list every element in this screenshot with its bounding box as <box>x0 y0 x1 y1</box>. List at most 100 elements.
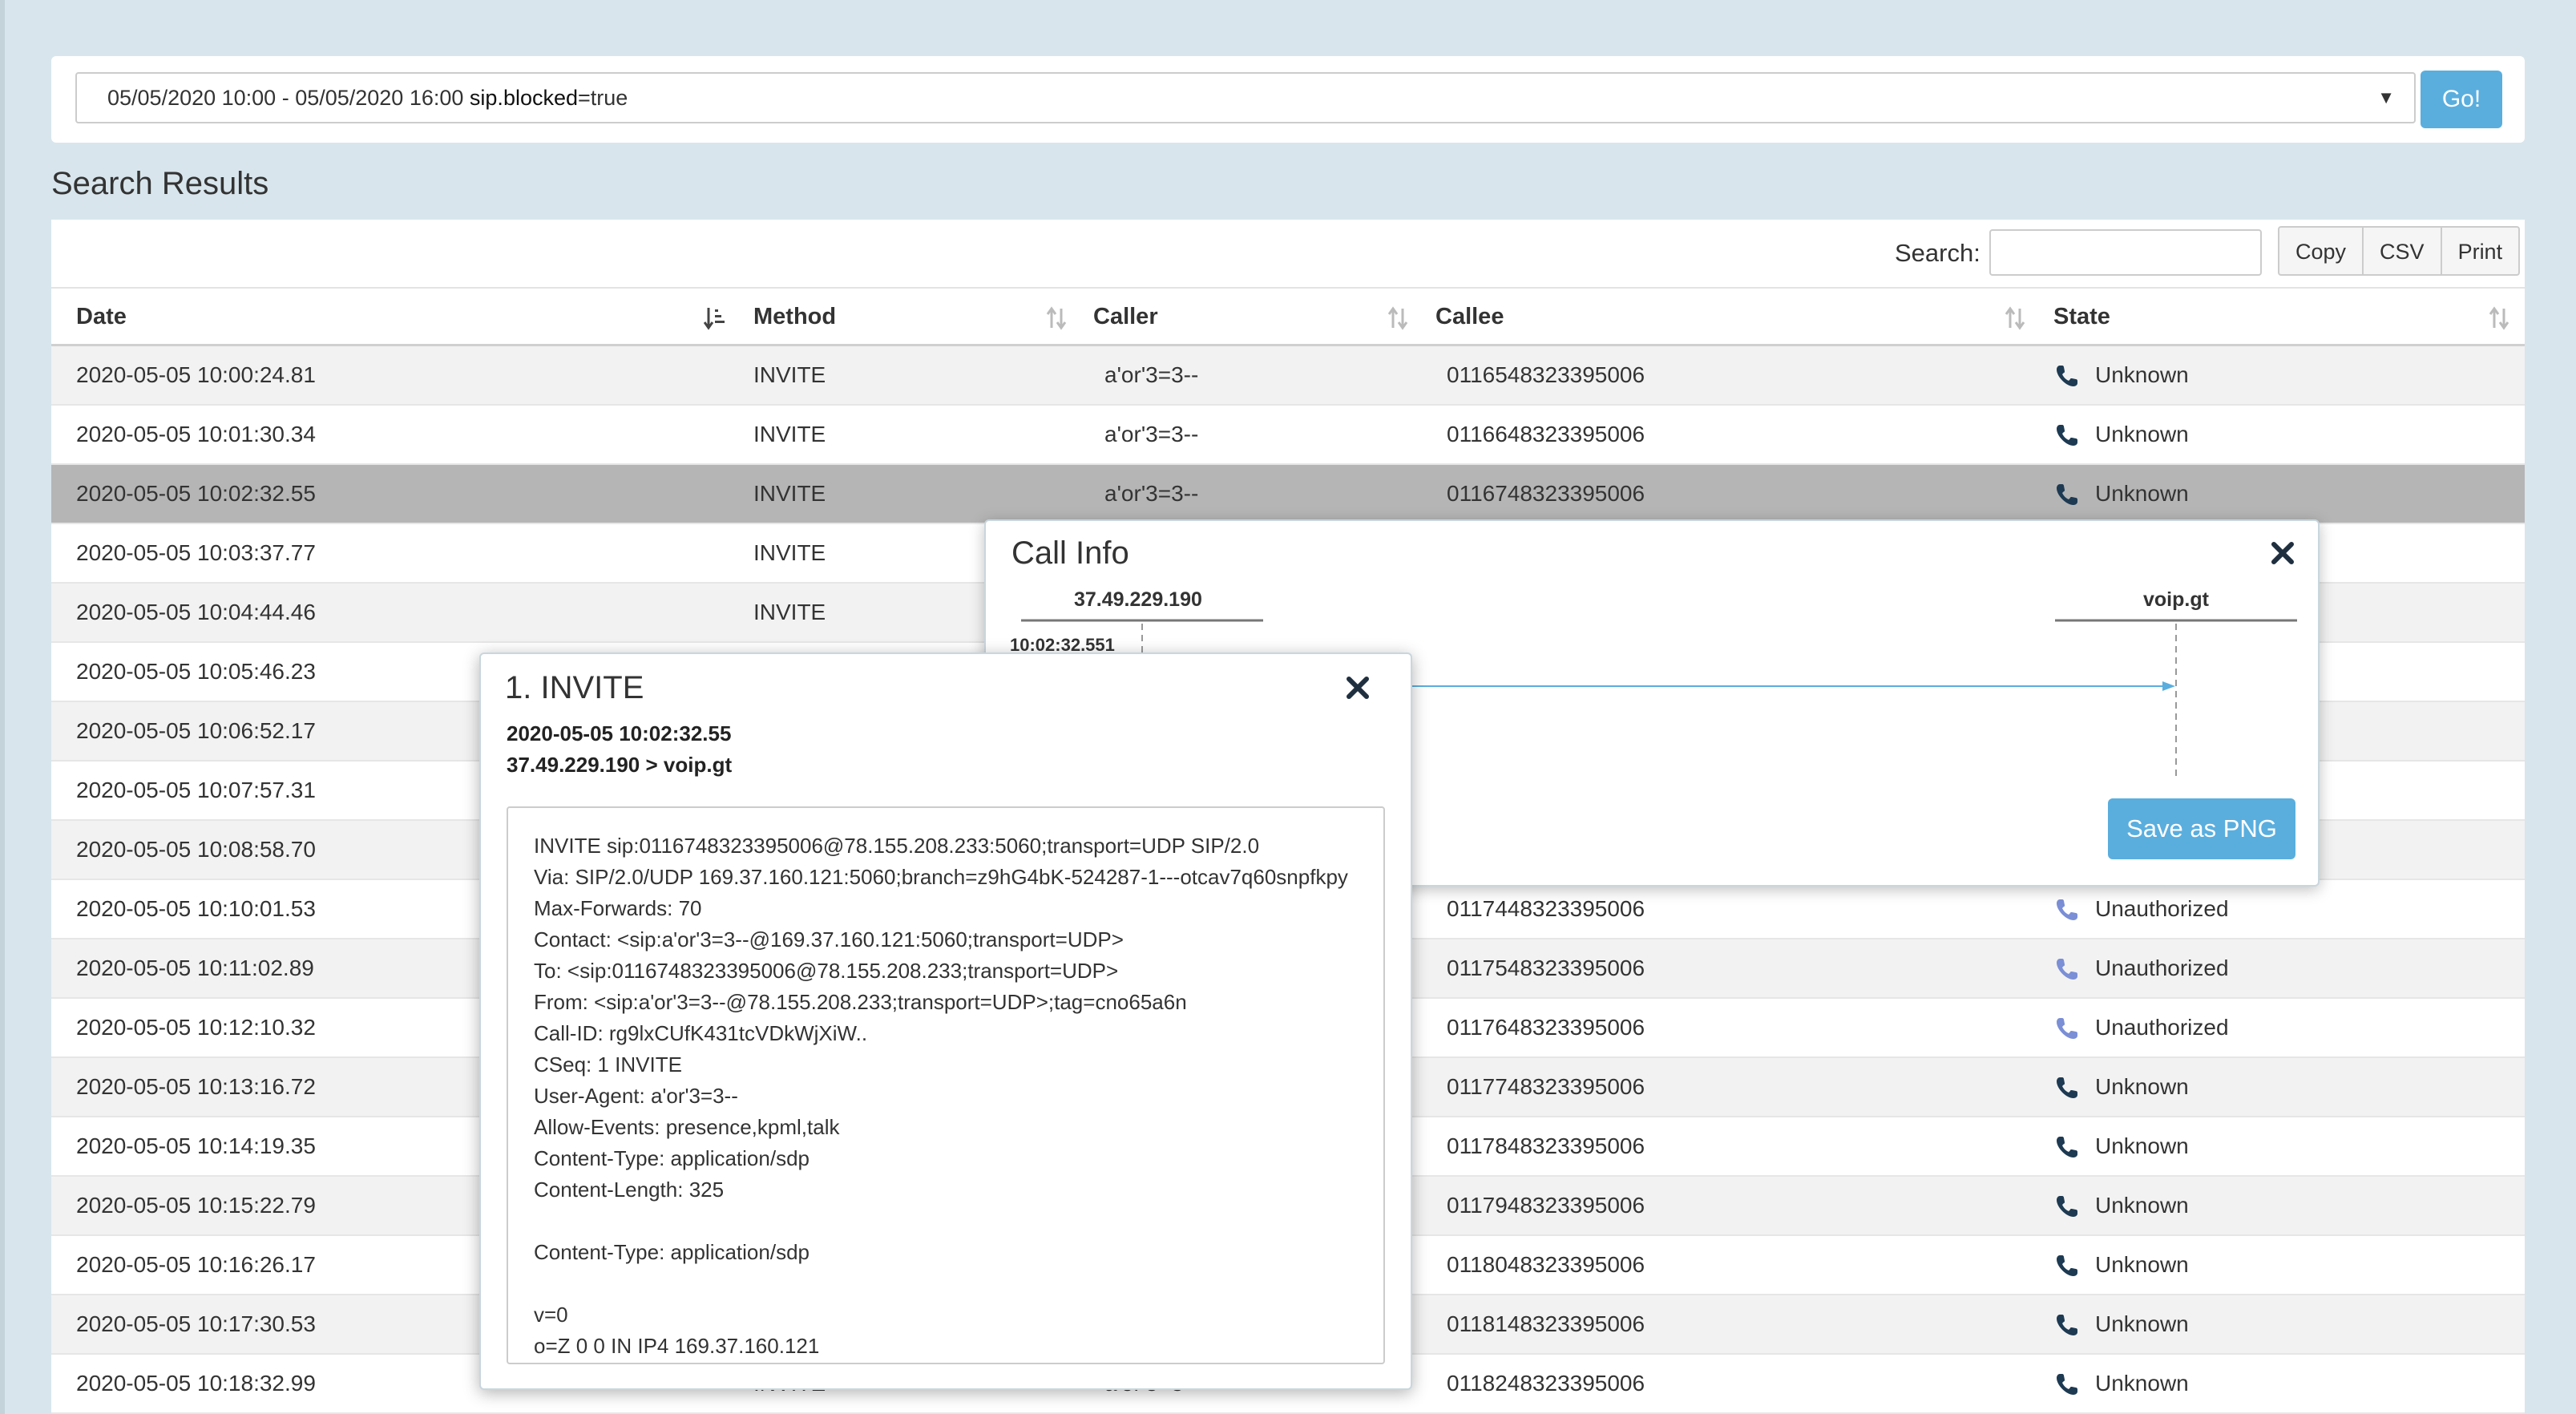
sip-message: INVITE sip:0116748323395006@78.155.208.2… <box>507 806 1385 1364</box>
cell-callee: 0118148323395006 <box>1447 1311 1645 1336</box>
print-button[interactable]: Print <box>2440 226 2521 276</box>
node-b-label: voip.gt <box>2143 588 2209 611</box>
sip-message-line: CSeq: 1 INVITE <box>534 1052 682 1077</box>
cell-callee: 0116648323395006 <box>1447 422 1645 446</box>
cell-date: 2020-05-05 10:05:46.23 <box>76 659 316 684</box>
cell-date: 2020-05-05 10:07:57.31 <box>76 778 316 802</box>
left-edge <box>0 0 5 1414</box>
cell-callee: 0118048323395006 <box>1447 1252 1645 1277</box>
cell-callee: 0117748323395006 <box>1447 1074 1645 1099</box>
cell-date: 2020-05-05 10:00:24.81 <box>76 362 316 387</box>
cell-date: 2020-05-05 10:16:26.17 <box>76 1252 316 1277</box>
sip-message-line <box>534 1268 1383 1299</box>
cell-state: Unknown <box>2095 422 2189 446</box>
cell-state: Unknown <box>2095 1252 2189 1277</box>
sip-message-line: Content-Type: application/sdp <box>534 1240 810 1264</box>
results-heading: Search Results <box>51 166 269 201</box>
close-icon[interactable] <box>1343 673 1372 702</box>
cell-date: 2020-05-05 10:10:01.53 <box>76 896 316 921</box>
cell-method: INVITE <box>753 600 826 624</box>
sip-message-line: From: <sip:a'or'3=3--@78.155.208.233;tra… <box>534 990 1187 1014</box>
phone-icon <box>2057 1255 2077 1276</box>
cell-date: 2020-05-05 10:02:32.55 <box>76 481 316 506</box>
csv-button[interactable]: CSV <box>2362 226 2442 276</box>
invite-title: 1. INVITE <box>505 670 644 705</box>
sip-message-line: INVITE sip:0116748323395006@78.155.208.2… <box>534 834 1260 858</box>
cell-state: Unauthorized <box>2095 1015 2229 1040</box>
column-header-caller[interactable]: Caller <box>1093 289 1158 345</box>
export-buttons: Copy CSV Print <box>2278 226 2521 276</box>
cell-method: INVITE <box>753 362 826 387</box>
cell-date: 2020-05-05 10:18:32.99 <box>76 1371 316 1396</box>
cell-state: Unauthorized <box>2095 955 2229 980</box>
table-row[interactable]: 2020-05-05 10:01:30.34 INVITE a'or'3=3-- 01… <box>51 406 2525 465</box>
sip-message-line: o=Z 0 0 IN IP4 169.37.160.121 <box>534 1334 820 1358</box>
cell-date: 2020-05-05 10:13:16.72 <box>76 1074 316 1099</box>
query-date-range: 05/05/2020 10:00 - 05/05/2020 16:00 <box>107 86 464 110</box>
phone-icon <box>2057 1374 2077 1395</box>
cell-state: Unknown <box>2095 481 2189 506</box>
cell-date: 2020-05-05 10:12:10.32 <box>76 1015 316 1040</box>
phone-icon <box>2057 366 2077 386</box>
cell-callee: 0118248323395006 <box>1447 1371 1645 1396</box>
cell-callee: 0117548323395006 <box>1447 955 1645 980</box>
cell-date: 2020-05-05 10:04:44.46 <box>76 600 316 624</box>
cell-callee: 0117648323395006 <box>1447 1015 1645 1040</box>
table-row[interactable]: 2020-05-05 10:02:32.55 INVITE a'or'3=3-- 01… <box>51 465 2525 524</box>
sip-message-line: Via: SIP/2.0/UDP 169.37.160.121:5060;bra… <box>534 865 1348 889</box>
cell-state: Unknown <box>2095 1133 2189 1158</box>
sip-message-line: v=0 <box>534 1303 568 1327</box>
caret-down-icon: ▼ <box>2377 87 2395 107</box>
invite-route: 37.49.229.190 > voip.gt <box>507 753 733 777</box>
query-select[interactable]: 05/05/2020 10:00 - 05/05/2020 16:00 sip.… <box>75 72 2416 123</box>
copy-button[interactable]: Copy <box>2278 226 2364 276</box>
phone-icon <box>2057 1196 2077 1217</box>
sip-message-line: Content-Type: application/sdp <box>534 1146 810 1170</box>
cell-date: 2020-05-05 10:06:52.17 <box>76 718 316 743</box>
sort-arrows-icon[interactable] <box>2004 306 2026 330</box>
cell-date: 2020-05-05 10:08:58.70 <box>76 837 316 862</box>
save-as-png-button[interactable]: Save as PNG <box>2108 798 2295 859</box>
sip-message-line: To: <sip:0116748323395006@78.155.208.233… <box>534 959 1119 983</box>
table-row[interactable]: 2020-05-05 10:00:24.81 INVITE a'or'3=3-- 01… <box>51 346 2525 406</box>
sip-message-line <box>534 1206 1383 1237</box>
cell-callee: 0116548323395006 <box>1447 362 1645 387</box>
cell-date: 2020-05-05 10:01:30.34 <box>76 422 316 446</box>
column-header-callee[interactable]: Callee <box>1435 289 1504 345</box>
cell-state: Unauthorized <box>2095 896 2229 921</box>
phone-icon <box>2057 1315 2077 1335</box>
invite-dialog: 1. INVITE 2020-05-05 10:02:32.55 37.49.2… <box>479 652 1412 1390</box>
sip-message-line: Call-ID: rg9lxCUfK431tcVDkWjXiW.. <box>534 1021 868 1045</box>
cell-date: 2020-05-05 10:15:22.79 <box>76 1193 316 1218</box>
go-button[interactable]: Go! <box>2421 71 2502 128</box>
query-panel: 05/05/2020 10:00 - 05/05/2020 16:00 sip.… <box>51 56 2525 143</box>
cell-callee: 0117848323395006 <box>1447 1133 1645 1158</box>
phone-icon <box>2057 1018 2077 1039</box>
sort-arrows-icon[interactable] <box>2488 306 2510 330</box>
sort-amount-down-icon[interactable] <box>704 306 726 330</box>
phone-icon <box>2057 484 2077 505</box>
sip-message-line: User-Agent: a'or'3=3-- <box>534 1084 738 1108</box>
phone-icon <box>2057 425 2077 446</box>
table-header: Date Method Caller Callee State <box>51 287 2525 346</box>
table-search-input[interactable] <box>1989 229 2262 276</box>
sip-message-line: Max-Forwards: 70 <box>534 896 702 920</box>
invite-arrowhead <box>2162 681 2175 691</box>
sip-message-line: Contact: <sip:a'or'3=3--@169.37.160.121:… <box>534 927 1124 951</box>
cell-date: 2020-05-05 10:03:37.77 <box>76 540 316 565</box>
cell-method: INVITE <box>753 540 826 565</box>
sort-arrows-icon[interactable] <box>1387 306 1409 330</box>
phone-icon <box>2057 959 2077 980</box>
cell-caller: a'or'3=3-- <box>1104 481 1199 506</box>
column-header-state[interactable]: State <box>2053 289 2110 345</box>
phone-icon <box>2057 1077 2077 1098</box>
phone-icon <box>2057 1137 2077 1157</box>
sort-arrows-icon[interactable] <box>1045 306 1068 330</box>
column-header-method[interactable]: Method <box>753 289 836 345</box>
node-a-label: 37.49.229.190 <box>1074 588 1202 611</box>
cell-caller: a'or'3=3-- <box>1104 422 1199 446</box>
cell-method: INVITE <box>753 422 826 446</box>
cell-caller: a'or'3=3-- <box>1104 362 1199 387</box>
column-header-date[interactable]: Date <box>76 289 127 345</box>
cell-callee: 0117448323395006 <box>1447 896 1645 921</box>
